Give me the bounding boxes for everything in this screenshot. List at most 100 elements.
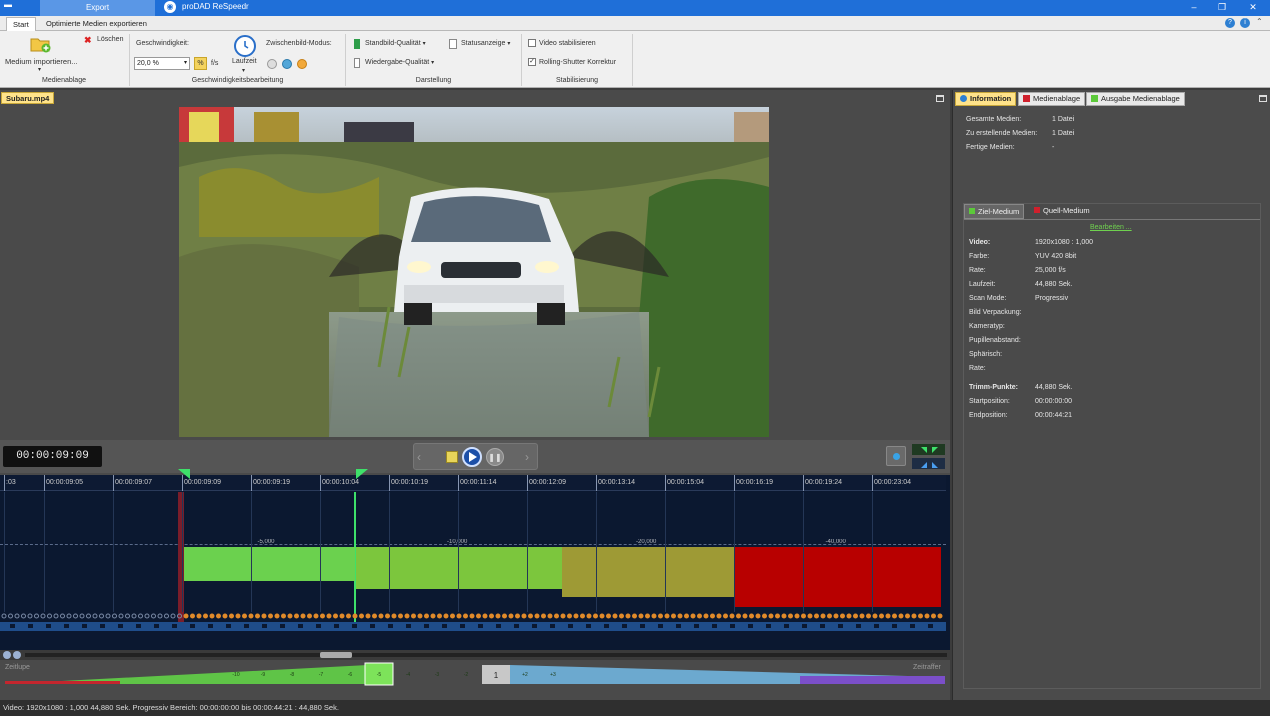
info-icon[interactable]: i <box>1240 18 1250 28</box>
speed-input[interactable]: 20,0 % ▾ <box>134 57 190 70</box>
speed-step-label[interactable]: -3 <box>435 672 440 678</box>
timeline-scrollbar[interactable] <box>0 650 950 660</box>
speed-step-label[interactable]: +3 <box>550 672 556 678</box>
speed-step-label[interactable]: -6 <box>348 672 353 678</box>
tab-source-media[interactable]: Quell-Medium <box>1030 204 1094 219</box>
speed-dropdown-icon[interactable]: ▾ <box>184 58 187 69</box>
runtime-dropdown-icon[interactable]: ▾ <box>242 67 245 74</box>
rolling-shutter-checkbox[interactable]: ✓ Rolling-Shutter Korrektur <box>528 58 616 66</box>
trim-value: 00:00:00:00 <box>1035 398 1072 405</box>
timeline-track-area[interactable]: -5,000-10,000-20,000-40,000 <box>0 492 946 636</box>
snapshot-icon <box>893 453 900 460</box>
maximize-panel-icon[interactable] <box>936 95 944 102</box>
keyframe-dot <box>710 613 715 619</box>
trim-markers-blue-icon[interactable] <box>911 457 946 470</box>
zoom-out-icon[interactable] <box>13 651 21 659</box>
help-icon[interactable]: ? <box>1225 18 1235 28</box>
trim-end-flag-icon[interactable] <box>356 469 368 481</box>
snapshot-button[interactable] <box>886 446 906 466</box>
percent-toggle-icon[interactable]: % <box>194 57 207 70</box>
frame-marker <box>766 624 771 628</box>
system-menu-icon[interactable]: ▬ <box>4 0 12 9</box>
import-media-icon[interactable] <box>30 35 52 53</box>
keyframe-dot <box>300 613 306 619</box>
speed-segment[interactable] <box>734 547 941 607</box>
pause-icon[interactable]: ❚❚ <box>486 448 504 466</box>
speed-step-label[interactable]: -2 <box>464 672 469 678</box>
speed-segment[interactable] <box>184 547 355 581</box>
collapse-ribbon-icon[interactable]: ⌃ <box>1256 17 1263 26</box>
speed-step-label[interactable]: -5 <box>377 672 382 678</box>
trim-label: Startposition: <box>969 398 1010 405</box>
frame-marker <box>478 624 483 628</box>
speed-selector[interactable]: Zeitlupe Zeitraffer -10 -9 -8 -7 -6 -5 -4 -3 -2 1… <box>0 662 950 700</box>
keyframe-dot <box>482 613 488 619</box>
detail-value: Progressiv <box>1035 295 1069 302</box>
import-media-button[interactable]: Medium importieren... <box>5 57 78 66</box>
tab-start[interactable]: Start <box>6 17 36 31</box>
keyframe-dot <box>183 613 189 619</box>
scroll-thumb[interactable] <box>320 652 352 658</box>
interframe-mode-1-icon[interactable] <box>267 59 277 69</box>
runtime-button[interactable]: Laufzeit <box>232 58 257 65</box>
interframe-mode-2-icon[interactable] <box>282 59 292 69</box>
speed-step-label[interactable]: 1 <box>494 671 499 680</box>
edit-link[interactable]: Bearbeiten ... <box>1090 224 1132 231</box>
keyframe-dot <box>404 613 410 619</box>
keyframe-dot <box>827 613 832 619</box>
trim-markers-green-icon[interactable] <box>911 443 946 456</box>
fps-toggle[interactable]: f/s <box>211 60 218 67</box>
rolling-shutter-checkbox-box[interactable]: ✓ <box>528 58 536 66</box>
tab-media-bin[interactable]: Medienablage <box>1018 92 1086 106</box>
loop-icon[interactable] <box>446 451 458 463</box>
speed-segment[interactable] <box>356 547 562 589</box>
ramp-red-end <box>5 681 120 684</box>
frame-marker <box>154 624 159 628</box>
speed-step-label[interactable]: -10 <box>232 672 239 678</box>
next-icon[interactable]: › <box>525 450 529 464</box>
minimize-icon[interactable]: – <box>1187 2 1201 12</box>
ruler-tick-label: 00:00:12:09 <box>529 479 566 486</box>
playback-quality-button[interactable]: Wiedergabe-Qualität ▾ <box>365 59 434 66</box>
timeline[interactable]: :03 00:00:09:05 00:00:09:07 00:00:09:09 00:0… <box>0 469 950 650</box>
speed-ramp-graphic[interactable]: -10 -9 -8 -7 -6 -5 -4 -3 -2 1 +2 +3 <box>0 662 950 700</box>
tab-optimized-export[interactable]: Optimierte Medien exportieren <box>40 17 153 31</box>
speed-segment[interactable] <box>562 547 734 597</box>
speed-step-label[interactable]: -8 <box>290 672 295 678</box>
frame-marker <box>892 624 897 628</box>
tab-information[interactable]: Information <box>955 92 1017 106</box>
speed-step-label[interactable]: -7 <box>319 672 324 678</box>
keyframe-dot <box>775 613 780 619</box>
export-context-tab[interactable]: Export <box>40 0 155 16</box>
speed-step-label[interactable]: -9 <box>261 672 266 678</box>
file-tab[interactable]: Subaru.mp4 <box>1 92 55 104</box>
speed-step-label[interactable]: +2 <box>522 672 528 678</box>
keyframe-dot <box>846 613 852 619</box>
close-icon[interactable]: ✕ <box>1246 2 1260 13</box>
maximize-panel-icon[interactable] <box>1259 95 1267 102</box>
speed-step-label[interactable]: -4 <box>406 672 411 678</box>
tab-output-media-bin[interactable]: Ausgabe Medienablage <box>1086 92 1185 106</box>
ribbon-tab-bar: Start Optimierte Medien exportieren ? i … <box>0 16 1270 31</box>
zoom-in-icon[interactable] <box>3 651 11 659</box>
runtime-clock-icon[interactable] <box>234 35 256 57</box>
still-quality-button[interactable]: Standbild-Qualität ▾ <box>365 40 426 47</box>
delete-icon[interactable]: ✖ <box>84 35 92 46</box>
stabilize-video-checkbox[interactable]: Video stabilisieren <box>528 39 596 47</box>
play-icon[interactable] <box>462 447 482 467</box>
previous-icon[interactable]: ‹ <box>417 450 421 464</box>
ruler-tick <box>4 475 5 491</box>
keyframe-dot <box>924 613 930 619</box>
trim-start-flag-icon[interactable] <box>178 469 190 481</box>
delete-button[interactable]: Löschen <box>97 36 123 43</box>
restore-icon[interactable]: ❐ <box>1215 2 1229 13</box>
tab-target-media[interactable]: Ziel-Medium <box>964 204 1025 219</box>
keyframe-dot <box>651 613 657 619</box>
interframe-mode-3-icon[interactable] <box>297 59 307 69</box>
tab-target-media-label: Ziel-Medium <box>978 207 1020 216</box>
import-dropdown-icon[interactable]: ▾ <box>38 66 41 73</box>
scroll-track[interactable] <box>25 653 947 657</box>
timeline-ruler[interactable]: :03 00:00:09:05 00:00:09:07 00:00:09:09 00:0… <box>0 475 946 491</box>
status-display-button[interactable]: Statusanzeige ▾ <box>461 40 510 47</box>
stabilize-checkbox-box[interactable] <box>528 39 536 47</box>
